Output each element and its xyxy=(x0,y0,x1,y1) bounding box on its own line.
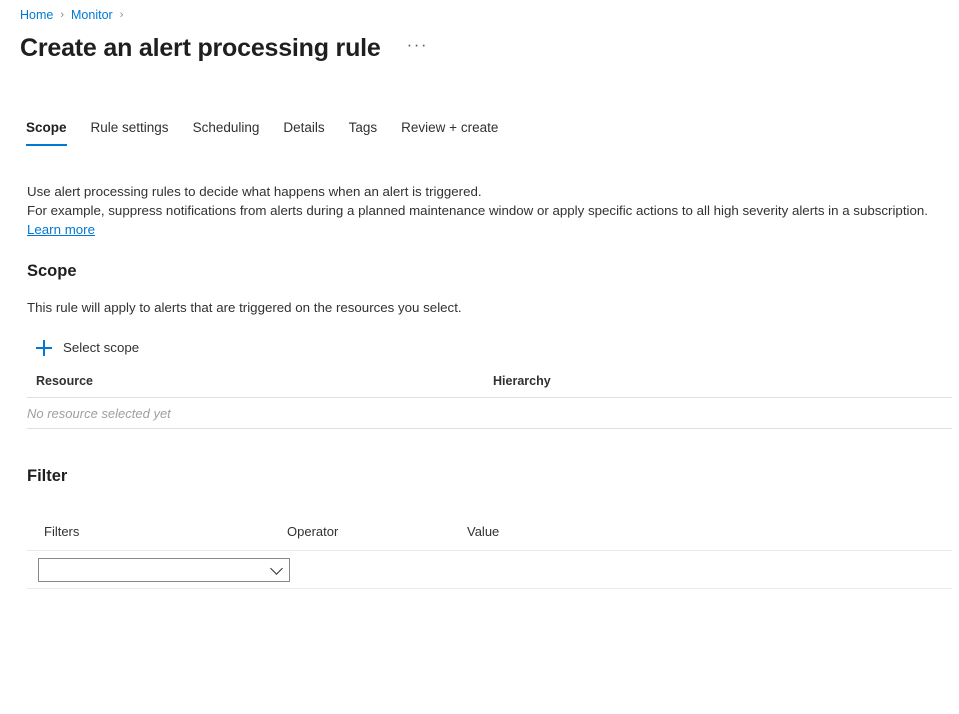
chevron-down-icon xyxy=(270,562,283,575)
tab-scheduling[interactable]: Scheduling xyxy=(193,119,260,146)
scope-section-subtitle: This rule will apply to alerts that are … xyxy=(27,299,462,317)
filter-type-dropdown[interactable] xyxy=(38,558,290,582)
column-header-operator: Operator xyxy=(287,524,467,539)
resource-table: Resource Hierarchy No resource selected … xyxy=(27,374,952,429)
more-options-icon[interactable]: ··· xyxy=(403,35,432,61)
tab-scope-label: Scope xyxy=(26,120,67,135)
description-line-1: Use alert processing rules to decide wha… xyxy=(27,182,947,201)
plus-icon xyxy=(35,339,53,357)
page-header: Create an alert processing rule ··· xyxy=(20,32,432,64)
column-header-filters: Filters xyxy=(27,524,287,539)
tab-rule-settings[interactable]: Rule settings xyxy=(91,119,169,146)
learn-more-link[interactable]: Learn more xyxy=(27,222,95,237)
select-scope-button[interactable]: Select scope xyxy=(32,336,145,360)
filter-select-cell xyxy=(27,558,287,582)
filter-row xyxy=(27,551,952,589)
column-header-value: Value xyxy=(467,524,952,539)
description-line-2: For example, suppress notifications from… xyxy=(27,203,928,218)
breadcrumb: Home › Monitor › xyxy=(20,7,130,23)
tab-review-create[interactable]: Review + create xyxy=(401,119,498,146)
tab-details-label: Details xyxy=(283,120,324,135)
page-description: Use alert processing rules to decide wha… xyxy=(27,182,947,239)
page-title: Create an alert processing rule xyxy=(20,32,381,64)
filter-table: Filters Operator Value xyxy=(27,524,952,589)
tab-details[interactable]: Details xyxy=(283,119,324,146)
resource-table-header: Resource Hierarchy xyxy=(27,374,952,398)
wizard-tabs: Scope Rule settings Scheduling Details T… xyxy=(26,114,522,146)
tab-scope[interactable]: Scope xyxy=(26,119,67,146)
breadcrumb-item-home[interactable]: Home xyxy=(20,7,53,23)
tab-scheduling-label: Scheduling xyxy=(193,120,260,135)
column-header-resource: Resource xyxy=(36,374,493,388)
tab-tags[interactable]: Tags xyxy=(349,119,378,146)
breadcrumb-separator-icon: › xyxy=(60,7,64,23)
breadcrumb-item-monitor[interactable]: Monitor xyxy=(71,7,113,23)
scope-section-heading: Scope xyxy=(27,260,77,282)
filter-section-heading: Filter xyxy=(27,465,67,487)
column-header-hierarchy: Hierarchy xyxy=(493,374,952,388)
tab-review-create-label: Review + create xyxy=(401,120,498,135)
breadcrumb-separator-icon: › xyxy=(120,7,124,23)
tab-rule-settings-label: Rule settings xyxy=(91,120,169,135)
tab-tags-label: Tags xyxy=(349,120,378,135)
resource-table-empty-message: No resource selected yet xyxy=(27,398,952,429)
select-scope-label: Select scope xyxy=(63,339,139,357)
filter-table-header: Filters Operator Value xyxy=(27,524,952,551)
create-alert-processing-rule-page: Home › Monitor › Create an alert process… xyxy=(0,0,959,714)
